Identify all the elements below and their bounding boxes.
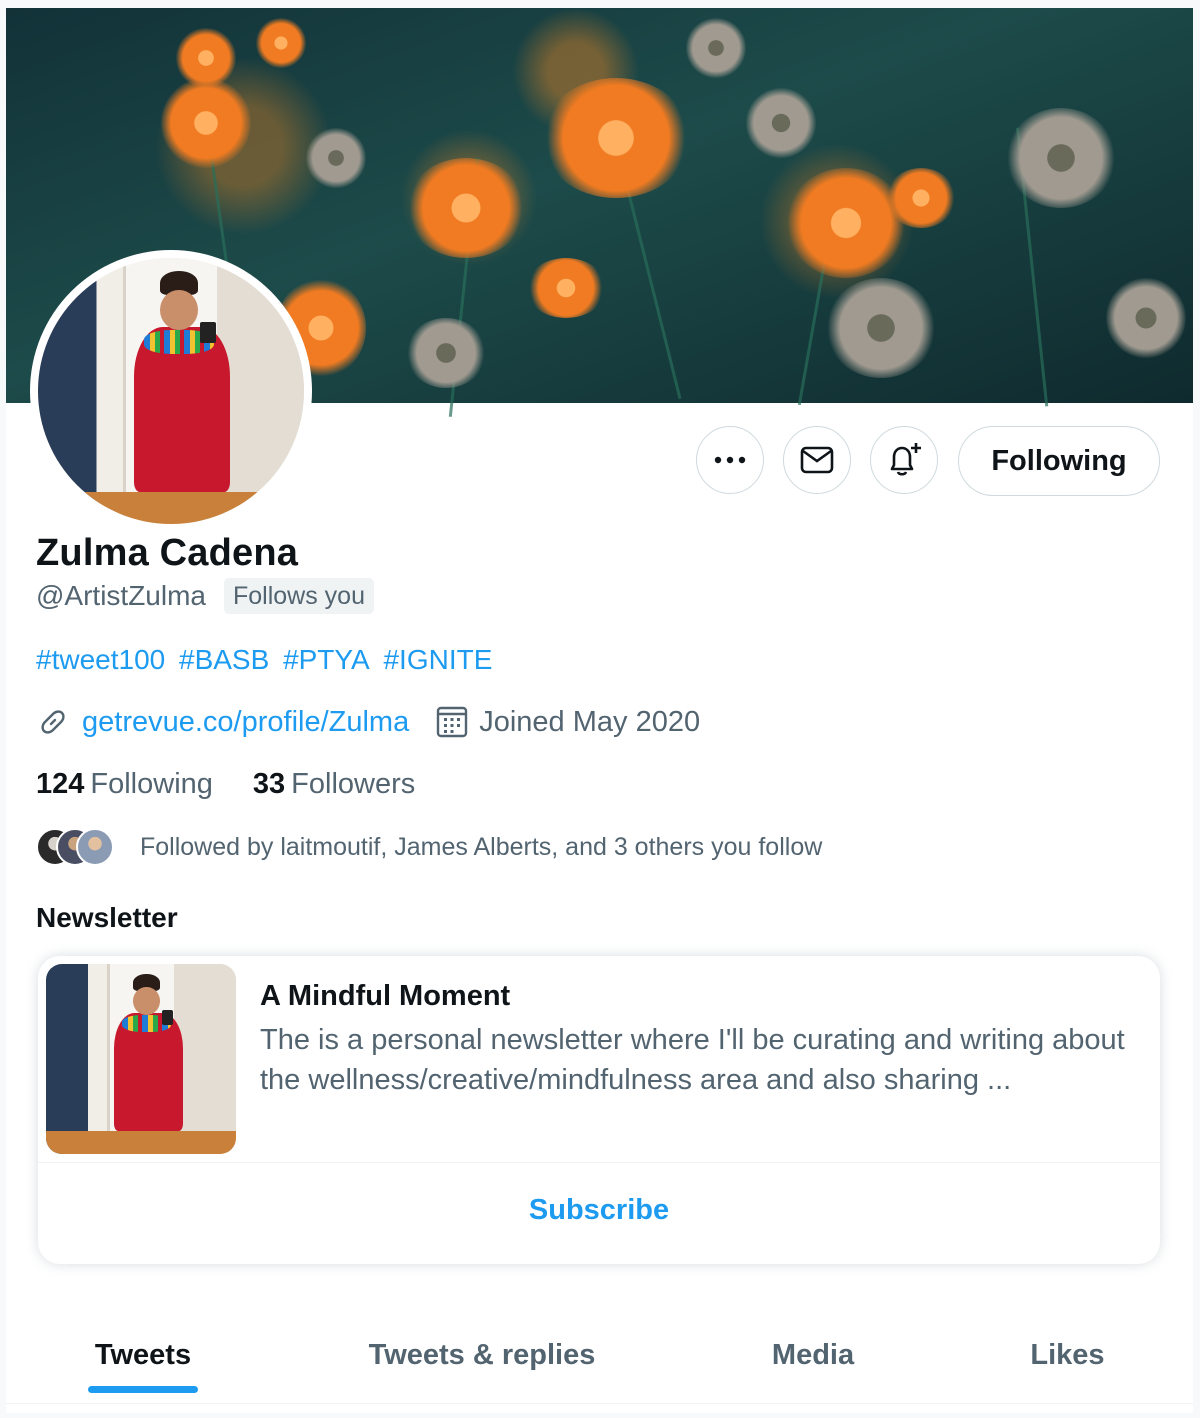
follow-counts: 124 Following 33 Followers — [36, 768, 455, 801]
more-button[interactable] — [696, 426, 764, 494]
bell-plus-icon — [890, 443, 921, 476]
profile-tabs: Tweets Tweets & replies Media Likes — [6, 1308, 1193, 1404]
followers-count: 33 — [252, 768, 286, 800]
banner-flower — [886, 168, 956, 228]
newsletter-thumbnail — [46, 964, 236, 1154]
link-icon — [41, 710, 65, 734]
tab-label: Tweets — [94, 1339, 192, 1371]
banner-flower — [526, 258, 606, 318]
followers-count-link[interactable]: 33 Followers — [253, 768, 415, 801]
banner-flower — [686, 18, 746, 78]
newsletter-title: A Mindful Moment — [260, 980, 511, 1012]
banner-flower — [826, 278, 936, 378]
followed-by[interactable]: Followed by laitmoutif, James Alberts, a… — [36, 828, 822, 866]
followed-by-text: Followed by laitmoutif, James Alberts, a… — [140, 832, 823, 861]
subscribe-button[interactable]: Subscribe — [38, 1194, 1160, 1227]
banner-flower — [176, 28, 236, 88]
profile-meta: getrevue.co/profile/Zulma Joined May 202… — [36, 705, 700, 739]
newsletter-card[interactable]: A Mindful Moment The is a personal newsl… — [38, 956, 1160, 1264]
tab-likes[interactable]: Likes — [942, 1308, 1193, 1403]
following-count-link[interactable]: 124 Following — [36, 768, 213, 801]
follower-avatar — [76, 828, 114, 866]
banner-flower — [1106, 278, 1186, 358]
website-link[interactable]: getrevue.co/profile/Zulma — [82, 706, 409, 739]
avatar-photo — [38, 258, 304, 524]
profile-avatar[interactable] — [30, 250, 312, 532]
banner-flower — [306, 128, 366, 188]
hashtag-link[interactable]: #tweet100 — [36, 644, 165, 675]
hashtag-link[interactable]: #IGNITE — [383, 644, 492, 675]
banner-flower — [256, 18, 306, 68]
tab-tweets-replies[interactable]: Tweets & replies — [280, 1308, 684, 1403]
more-icon — [714, 456, 746, 464]
notifications-button[interactable] — [870, 426, 938, 494]
active-tab-indicator — [88, 1386, 198, 1393]
tab-media[interactable]: Media — [684, 1308, 942, 1403]
tab-label: Likes — [1030, 1339, 1105, 1371]
profile-handle: @ArtistZulma — [36, 580, 206, 611]
hashtag-link[interactable]: #BASB — [179, 644, 269, 675]
mail-icon — [800, 446, 834, 474]
banner-flower — [786, 168, 906, 278]
follows-you-badge: Follows you — [224, 578, 374, 614]
profile-page: Following Zulma Cadena @ArtistZulma Foll… — [6, 8, 1193, 1413]
joined-date: Joined May 2020 — [479, 705, 701, 738]
banner-flower — [406, 318, 486, 388]
message-button[interactable] — [783, 426, 851, 494]
calendar-icon — [437, 706, 468, 738]
followers-label: Followers — [291, 768, 416, 800]
tab-tweets[interactable]: Tweets — [6, 1308, 280, 1403]
newsletter-section-title: Newsletter — [36, 902, 178, 933]
following-label: Following — [90, 768, 213, 800]
following-button[interactable]: Following — [958, 426, 1160, 496]
banner-flower — [161, 78, 251, 168]
following-count: 124 — [36, 768, 85, 800]
divider — [38, 1162, 1160, 1163]
profile-bio: #tweet100 #BASB #PTYA #IGNITE — [36, 644, 498, 676]
tab-label: Tweets & replies — [368, 1339, 596, 1371]
hashtag-link[interactable]: #PTYA — [283, 644, 370, 675]
banner-flower — [1006, 108, 1116, 208]
newsletter-description: The is a personal newsletter where I'll … — [260, 1024, 1125, 1096]
banner-flower — [746, 88, 816, 158]
banner-flower — [406, 158, 526, 258]
tab-label: Media — [771, 1339, 855, 1371]
profile-name: Zulma Cadena — [36, 532, 299, 574]
banner-flower — [541, 78, 691, 198]
